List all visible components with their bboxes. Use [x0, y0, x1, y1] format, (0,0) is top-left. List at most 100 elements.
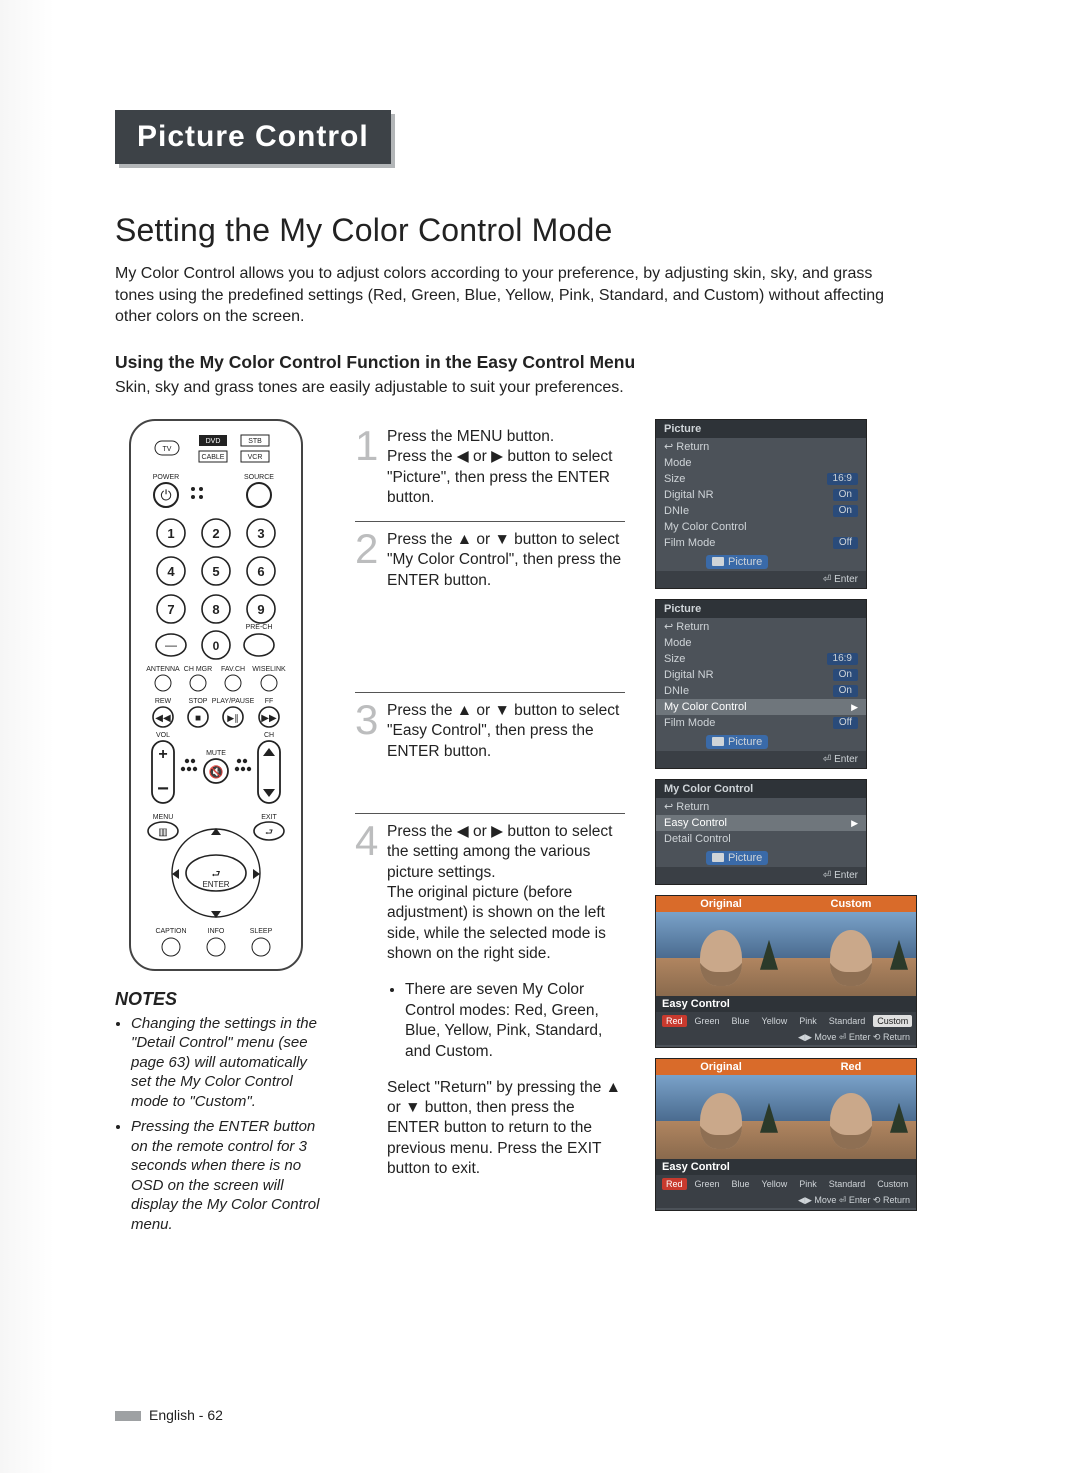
- svg-text:WISELINK: WISELINK: [252, 666, 286, 673]
- remote-control-diagram: TV DVD STB CABLE VCR POWER ⏻ SOURCE 1234…: [129, 419, 303, 971]
- svg-text:▶▶: ▶▶: [261, 713, 277, 724]
- mode-chip: Standard: [825, 1178, 870, 1190]
- osd-screenshot-mcc: My Color Control Return Easy ControlDeta…: [655, 779, 867, 885]
- sub-heading: Using the My Color Control Function in t…: [115, 352, 990, 373]
- svg-text:0: 0: [213, 639, 220, 653]
- svg-text:▶∥: ▶∥: [227, 713, 238, 723]
- osd-row: Digital NROn: [656, 487, 866, 503]
- svg-text:FF: FF: [265, 698, 274, 705]
- step-number: 4: [355, 822, 387, 1180]
- svg-text:REW: REW: [155, 698, 172, 705]
- osd-screenshot-picture-sel: Picture Return ModeSize16:9Digital NROnD…: [655, 599, 867, 769]
- svg-text:1: 1: [167, 526, 174, 541]
- svg-text:PLAY/PAUSE: PLAY/PAUSE: [212, 698, 255, 705]
- svg-text:⮐: ⮐: [265, 827, 273, 837]
- mode-chip: Red: [662, 1015, 687, 1027]
- osd-title: Picture: [656, 420, 866, 438]
- osd-row: Size16:9: [656, 651, 866, 667]
- osd-footer-hint: Enter: [823, 870, 858, 881]
- svg-text:VOL: VOL: [156, 732, 170, 739]
- osd-row: Mode: [656, 635, 866, 651]
- step: 3 Press the ▲ or ▼ button to select "Eas…: [355, 693, 625, 814]
- osd-row: Film ModeOff: [656, 535, 866, 551]
- svg-text:TV: TV: [163, 446, 172, 453]
- svg-text:STOP: STOP: [189, 698, 208, 705]
- osd-row: Easy Control: [656, 815, 866, 831]
- svg-text:STB: STB: [248, 438, 262, 445]
- manual-page: Picture Control Setting the My Color Con…: [0, 0, 1080, 1473]
- svg-text:SLEEP: SLEEP: [250, 928, 273, 935]
- osd-title: Picture: [656, 600, 866, 618]
- svg-text:EXIT: EXIT: [261, 814, 277, 821]
- svg-text:CAPTION: CAPTION: [155, 928, 186, 935]
- svg-text:8: 8: [212, 602, 219, 617]
- svg-text:INFO: INFO: [208, 928, 225, 935]
- svg-text:FAV.CH: FAV.CH: [221, 666, 245, 673]
- notes-heading: NOTES: [115, 989, 325, 1010]
- note-item: Changing the settings in the "Detail Con…: [131, 1014, 325, 1112]
- osd-row: My Color Control: [656, 699, 866, 715]
- svg-text:⮐: ⮐: [212, 869, 221, 880]
- osd-return: Return: [664, 620, 709, 633]
- step-number: 2: [355, 530, 387, 680]
- osd-row: DNIeOn: [656, 503, 866, 519]
- svg-text:−: −: [157, 778, 169, 800]
- step-number: 3: [355, 701, 387, 801]
- svg-text:+: +: [158, 746, 167, 763]
- osd-row: Digital NROn: [656, 667, 866, 683]
- svg-text:SOURCE: SOURCE: [244, 474, 274, 481]
- intro-paragraph: My Color Control allows you to adjust co…: [115, 263, 885, 328]
- mode-chip: Pink: [795, 1015, 821, 1027]
- mode-chip: Green: [691, 1178, 724, 1190]
- page-footer: English - 62: [115, 1407, 223, 1423]
- mode-chip: Green: [691, 1015, 724, 1027]
- step: 2 Press the ▲ or ▼ button to select "My …: [355, 522, 625, 693]
- svg-text:ENTER: ENTER: [202, 880, 229, 889]
- svg-text:▥: ▥: [158, 827, 167, 838]
- osd-return: Return: [664, 440, 709, 453]
- svg-text:MENU: MENU: [153, 814, 174, 821]
- step-number: 1: [355, 427, 387, 509]
- osd-screenshot-picture: Picture Return ModeSize16:9Digital NROnD…: [655, 419, 867, 589]
- osd-category-chip: Picture: [706, 851, 768, 865]
- title-bar: Picture Control: [115, 110, 391, 164]
- svg-text:🔇: 🔇: [209, 765, 224, 779]
- svg-text:CABLE: CABLE: [202, 454, 225, 461]
- svg-text:9: 9: [257, 602, 264, 617]
- svg-text:ANTENNA: ANTENNA: [146, 666, 180, 673]
- mode-chip: Standard: [825, 1015, 870, 1027]
- svg-text:7: 7: [167, 602, 174, 617]
- osd-footer-hint: Enter: [823, 754, 858, 765]
- steps-column: 1 Press the MENU button. Press the ◀ or …: [355, 419, 625, 1241]
- svg-text:5: 5: [212, 564, 219, 579]
- step-text: Press the MENU button. Press the ◀ or ▶ …: [387, 427, 625, 509]
- osd-return: Return: [664, 800, 709, 813]
- svg-text:⏻: ⏻: [160, 487, 171, 503]
- osd-row: Film ModeOff: [656, 715, 866, 731]
- mode-chip: Red: [662, 1178, 687, 1190]
- note-item: Pressing the ENTER button on the remote …: [131, 1117, 325, 1234]
- mode-chip: Yellow: [758, 1178, 792, 1190]
- preview-custom: Original Custom Easy Control RedGreenBlu…: [655, 895, 917, 1048]
- svg-text:2: 2: [212, 526, 219, 541]
- osd-title: My Color Control: [656, 780, 866, 798]
- step-text: Press the ▲ or ▼ button to select "My Co…: [387, 530, 625, 680]
- osd-row: Detail Control: [656, 831, 866, 847]
- step: 1 Press the MENU button. Press the ◀ or …: [355, 419, 625, 522]
- mode-chip: Custom: [873, 1178, 912, 1190]
- osd-category-chip: Picture: [706, 735, 768, 749]
- sub-text: Skin, sky and grass tones are easily adj…: [115, 379, 990, 397]
- osd-category-chip: Picture: [706, 555, 768, 569]
- svg-text:POWER: POWER: [153, 474, 179, 481]
- mode-chip: Blue: [728, 1015, 754, 1027]
- svg-text:MUTE: MUTE: [206, 750, 226, 757]
- svg-text:3: 3: [257, 526, 264, 541]
- section-heading: Setting the My Color Control Mode: [115, 212, 990, 249]
- osd-row: My Color Control: [656, 519, 866, 535]
- notes-block: NOTES Changing the settings in the "Deta…: [115, 989, 325, 1235]
- svg-text:◀◀: ◀◀: [155, 713, 171, 724]
- svg-text:4: 4: [167, 564, 175, 579]
- mode-chip: Blue: [728, 1178, 754, 1190]
- step: 4 Press the ◀ or ▶ button to select the …: [355, 814, 625, 1192]
- step-text: Press the ◀ or ▶ button to select the se…: [387, 822, 625, 1180]
